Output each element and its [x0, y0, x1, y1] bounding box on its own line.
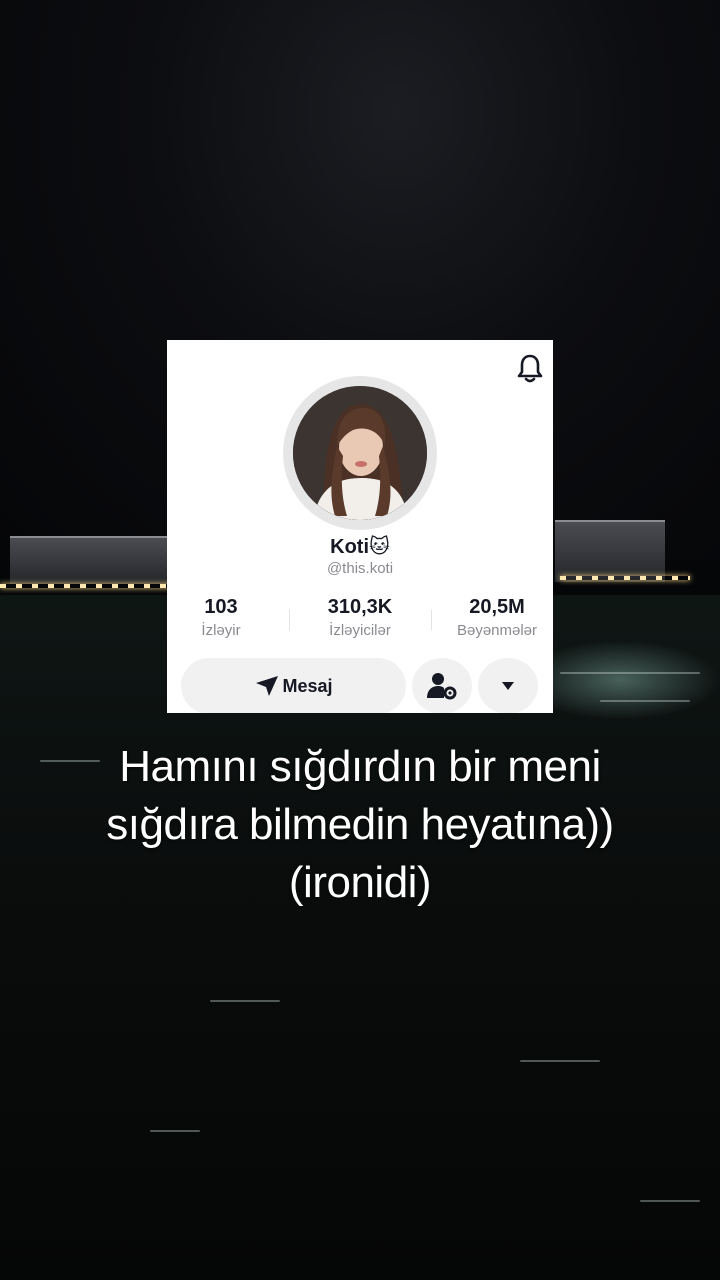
- water-ripple: [640, 1200, 700, 1202]
- profile-card: Koti🐱 @this.koti 103 İzləyir 310,3K İzlə…: [167, 340, 553, 713]
- stat-likes[interactable]: 20,5M Bəyənmələr: [433, 596, 553, 639]
- stat-following-value: 103: [204, 596, 238, 618]
- stat-followers-label: İzləyicilər: [329, 622, 391, 639]
- water-ripple: [560, 672, 700, 674]
- stat-followers[interactable]: 310,3K İzləyicilər: [296, 596, 424, 639]
- message-button-label: Mesaj: [282, 675, 333, 696]
- shore-lights-left: [0, 584, 170, 588]
- shore-lights-right: [560, 576, 690, 580]
- caret-down-icon: [502, 682, 514, 690]
- username: @this.koti: [326, 560, 394, 577]
- water-ripple: [210, 1000, 280, 1002]
- building-left: [10, 536, 170, 584]
- stat-likes-value: 20,5M: [469, 596, 525, 618]
- caption-line-3: (ironidi): [288, 858, 432, 907]
- avatar-ring: [283, 376, 437, 530]
- water-ripple: [520, 1060, 600, 1062]
- stat-divider: [431, 610, 432, 630]
- caption-line-2: sığdıra bilmedin heyatına)): [106, 800, 614, 849]
- profile-name: Koti🐱: [167, 534, 553, 559]
- stat-divider: [289, 610, 290, 630]
- avatar[interactable]: [293, 386, 427, 520]
- video-caption: Hamını sığdırdın bir meni sığdıra bilmed…: [0, 738, 720, 912]
- message-button[interactable]: Mesaj: [181, 658, 406, 713]
- user-settings-button[interactable]: [412, 658, 472, 713]
- building-right: [555, 520, 665, 582]
- send-icon: [256, 676, 279, 696]
- caption-line-1: Hamını sığdırdın bir meni: [119, 742, 601, 791]
- user-settings-icon: [427, 673, 457, 700]
- stat-likes-label: Bəyənmələr: [456, 622, 538, 639]
- stat-followers-value: 310,3K: [327, 596, 393, 618]
- water-ripple: [600, 700, 690, 702]
- cat-emoji-icon: 🐱: [369, 536, 390, 558]
- stat-following[interactable]: 103 İzləyir: [167, 596, 285, 639]
- stats-row: 103 İzləyir 310,3K İzləyicilər 20,5M Bəy…: [167, 596, 553, 646]
- more-options-button[interactable]: [478, 658, 538, 713]
- display-name: Koti: [330, 536, 370, 558]
- bell-icon[interactable]: [515, 352, 545, 384]
- avatar-photo: [293, 386, 427, 520]
- stat-following-label: İzləyir: [201, 622, 241, 639]
- water-ripple: [150, 1130, 200, 1132]
